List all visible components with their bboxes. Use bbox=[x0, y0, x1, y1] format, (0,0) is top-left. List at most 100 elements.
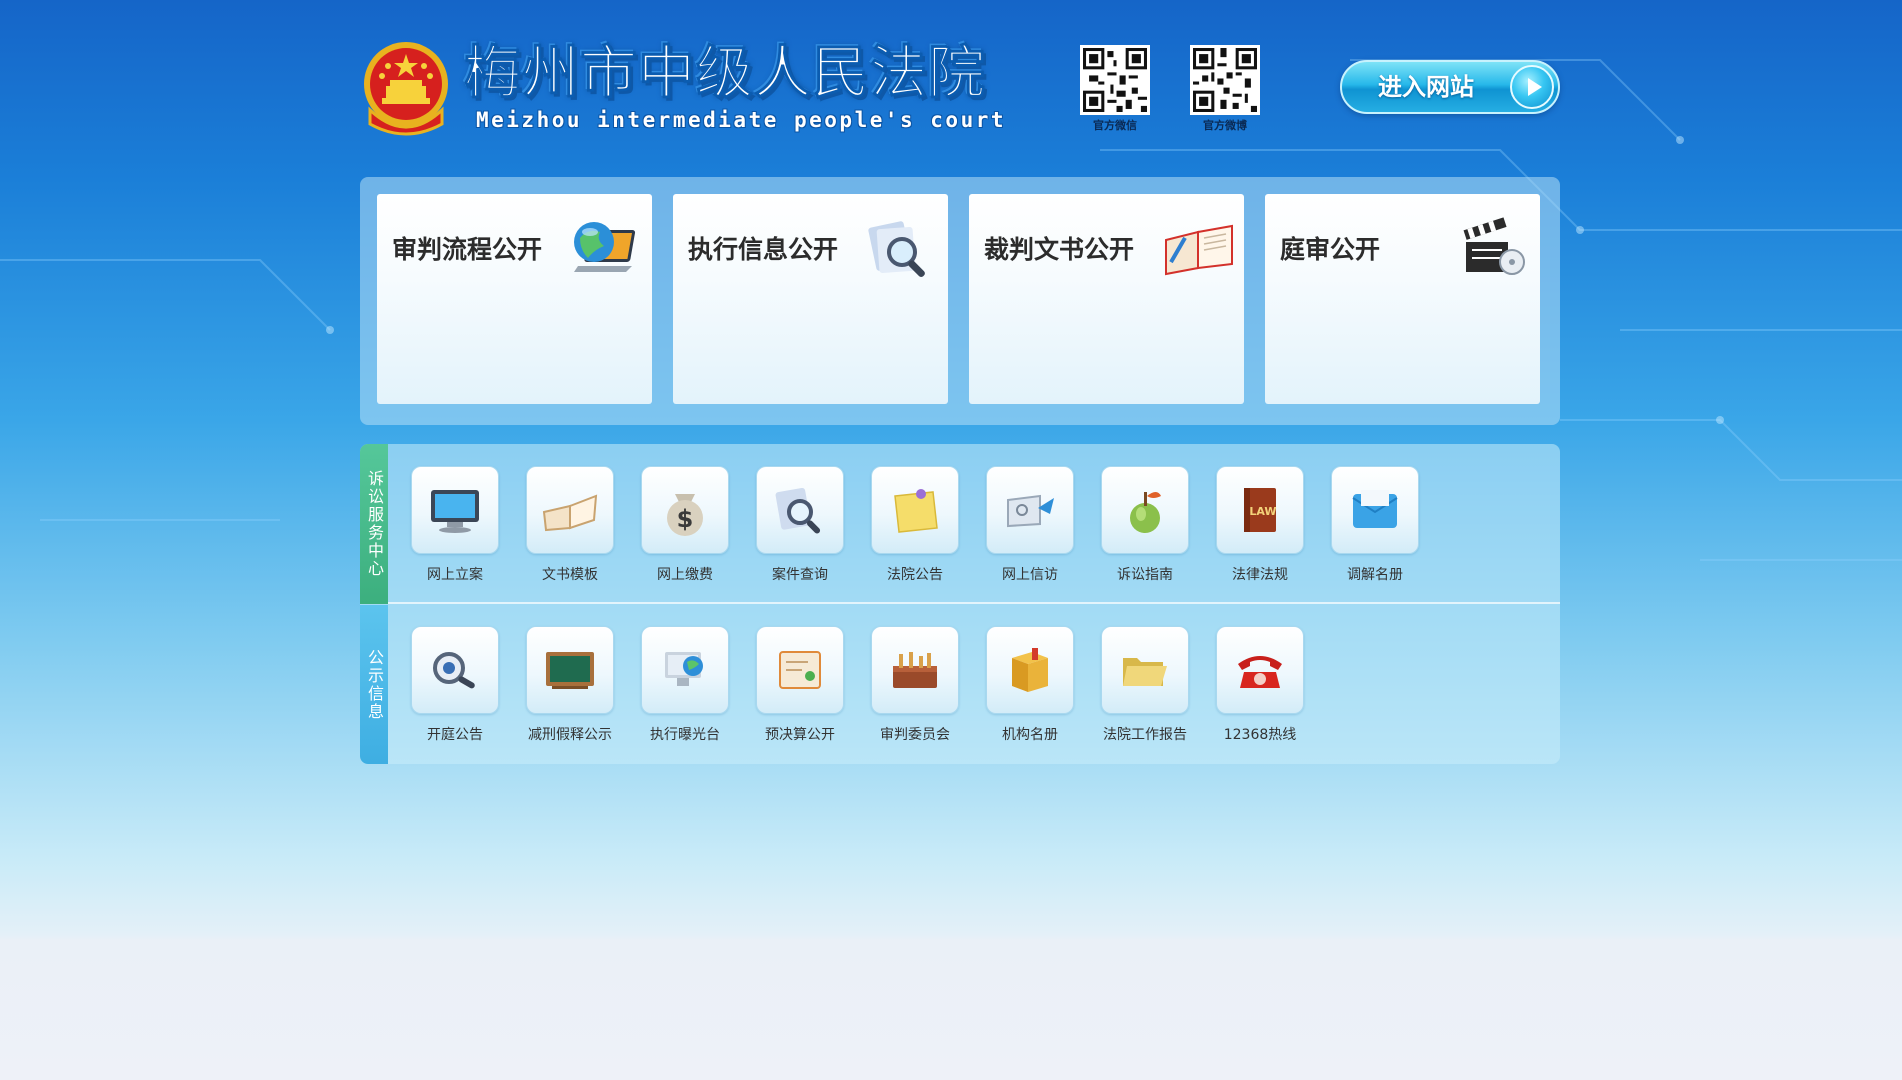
tile-label: 预决算公开 bbox=[765, 727, 835, 743]
card-court-hearing[interactable]: 庭审公开 bbox=[1265, 194, 1540, 404]
gift-box-icon bbox=[1012, 648, 1048, 692]
tile-icon-frame bbox=[411, 466, 499, 554]
card-label: 执行信息公开 bbox=[688, 235, 839, 264]
qr-code-icon bbox=[1080, 45, 1150, 115]
card-label: 庭审公开 bbox=[1280, 235, 1381, 264]
mail-icon bbox=[1007, 494, 1054, 528]
tile-court-notices[interactable]: 法院公告 bbox=[870, 466, 960, 584]
tile-icon-frame bbox=[871, 466, 959, 554]
folder-icon bbox=[1123, 658, 1167, 686]
enter-site-label: 进入网站 bbox=[1378, 73, 1474, 101]
tile-litigation-guide[interactable]: 诉讼指南 bbox=[1100, 466, 1190, 584]
tile-label: 执行曝光台 bbox=[650, 727, 720, 743]
tab-litigation-service[interactable]: 诉讼服务中心 bbox=[360, 444, 388, 604]
tile-label: 调解名册 bbox=[1347, 567, 1403, 583]
qr-wechat[interactable]: 官方微信 bbox=[1080, 45, 1150, 133]
service-panel: 诉讼服务中心 公示信息 网上立案 文书模板 $ 网上缴费 案件查询 法院公告 网… bbox=[360, 444, 1560, 764]
tile-mediation-roster[interactable]: 调解名册 bbox=[1330, 466, 1420, 584]
tile-online-payment[interactable]: $ 网上缴费 bbox=[640, 466, 730, 584]
qr-caption: 官方微信 bbox=[1093, 119, 1137, 132]
tile-label: 法律法规 bbox=[1232, 567, 1288, 583]
tab-public-info[interactable]: 公示信息 bbox=[360, 605, 388, 764]
tile-icon-frame: LAW bbox=[1216, 466, 1304, 554]
blackboard-icon bbox=[546, 652, 594, 689]
card-label: 审判流程公开 bbox=[392, 235, 543, 264]
tile-work-report[interactable]: 法院工作报告 bbox=[1100, 626, 1190, 744]
enter-site-button[interactable]: 进入网站 bbox=[1340, 60, 1560, 114]
tile-execution-exposure[interactable]: 执行曝光台 bbox=[640, 626, 730, 744]
magnifier-folder-icon bbox=[868, 221, 925, 278]
tile-icon-frame bbox=[986, 626, 1074, 714]
divider bbox=[388, 602, 1560, 604]
monitor-icon bbox=[431, 490, 479, 533]
tile-hotline[interactable]: 12368热线 bbox=[1215, 626, 1305, 744]
tile-label: 机构名册 bbox=[1002, 727, 1058, 743]
tile-commutation-parole[interactable]: 减刑假释公示 bbox=[525, 626, 615, 744]
tile-label: 网上信访 bbox=[1002, 567, 1058, 583]
qr-code-icon bbox=[1190, 45, 1260, 115]
open-book-icon bbox=[1165, 224, 1233, 276]
tile-icon-frame bbox=[871, 626, 959, 714]
law-book-icon: LAW bbox=[1244, 488, 1277, 532]
disclosure-panel: 审判流程公开 执行信息公开 裁判文书公开 庭审公开 bbox=[360, 177, 1560, 425]
magnifier-disc-icon bbox=[433, 652, 475, 689]
toolbox-icon bbox=[893, 652, 937, 688]
tile-case-query[interactable]: 案件查询 bbox=[755, 466, 845, 584]
card-judgment-docs[interactable]: 裁判文书公开 bbox=[969, 194, 1244, 404]
tile-online-petition[interactable]: 网上信访 bbox=[985, 466, 1075, 584]
globe-laptop-icon bbox=[574, 222, 636, 272]
card-trial-process[interactable]: 审判流程公开 bbox=[377, 194, 652, 404]
tile-icon-frame bbox=[986, 466, 1074, 554]
tile-label: 12368热线 bbox=[1223, 727, 1297, 743]
tile-label: 网上缴费 bbox=[657, 567, 713, 583]
tile-icon-frame bbox=[1216, 626, 1304, 714]
sticky-note-icon bbox=[894, 489, 938, 533]
telephone-icon bbox=[1238, 656, 1282, 688]
tile-icon-frame bbox=[756, 466, 844, 554]
tile-budget-disclosure[interactable]: 预决算公开 bbox=[755, 626, 845, 744]
tile-label: 诉讼指南 bbox=[1117, 567, 1173, 583]
book-icon bbox=[542, 494, 598, 532]
tile-icon-frame bbox=[411, 626, 499, 714]
tile-label: 法院公告 bbox=[887, 567, 943, 583]
tile-institution-roster[interactable]: 机构名册 bbox=[985, 626, 1075, 744]
tile-label: 开庭公告 bbox=[427, 727, 483, 743]
money-bag-icon: $ bbox=[667, 494, 703, 536]
qr-weibo[interactable]: 官方微博 bbox=[1190, 45, 1260, 133]
tile-icon-frame bbox=[526, 466, 614, 554]
national-emblem-icon bbox=[364, 42, 448, 136]
tile-label: 网上立案 bbox=[427, 567, 483, 583]
tile-label: 文书模板 bbox=[542, 567, 598, 583]
document-icon bbox=[779, 651, 821, 689]
tile-icon-frame bbox=[526, 626, 614, 714]
tile-icon-frame bbox=[1101, 466, 1189, 554]
card-execution-info[interactable]: 执行信息公开 bbox=[673, 194, 948, 404]
tile-icon-frame bbox=[641, 626, 729, 714]
tile-label: 案件查询 bbox=[772, 567, 828, 583]
qr-caption: 官方微博 bbox=[1203, 119, 1247, 132]
arrow-right-icon bbox=[1510, 65, 1554, 109]
tile-judicial-committee[interactable]: 审判委员会 bbox=[870, 626, 960, 744]
tile-icon-frame bbox=[1101, 626, 1189, 714]
envelope-icon bbox=[1352, 490, 1398, 528]
svg-text:LAW: LAW bbox=[1249, 505, 1276, 518]
globe-monitor-icon bbox=[665, 652, 703, 686]
tile-label: 减刑假释公示 bbox=[528, 727, 612, 743]
tile-online-filing[interactable]: 网上立案 bbox=[410, 466, 500, 584]
tile-label: 审判委员会 bbox=[880, 727, 950, 743]
court-title: 梅州市中级人民法院 bbox=[464, 40, 986, 107]
tile-icon-frame bbox=[756, 626, 844, 714]
search-icon bbox=[775, 487, 821, 534]
tile-icon-frame: $ bbox=[641, 466, 729, 554]
header: 梅州市中级人民法院 Meizhou intermediate people's … bbox=[360, 40, 1560, 140]
court-subtitle: Meizhou intermediate people's court bbox=[476, 108, 1007, 132]
tile-laws-regulations[interactable]: LAW 法律法规 bbox=[1215, 466, 1305, 584]
apple-icon bbox=[1130, 492, 1161, 533]
tile-icon-frame bbox=[1331, 466, 1419, 554]
tile-document-templates[interactable]: 文书模板 bbox=[525, 466, 615, 584]
tile-hearing-notices[interactable]: 开庭公告 bbox=[410, 626, 500, 744]
clapperboard-icon bbox=[1463, 217, 1525, 275]
svg-text:$: $ bbox=[677, 505, 694, 533]
tile-label: 法院工作报告 bbox=[1103, 727, 1187, 743]
card-label: 裁判文书公开 bbox=[984, 235, 1135, 264]
